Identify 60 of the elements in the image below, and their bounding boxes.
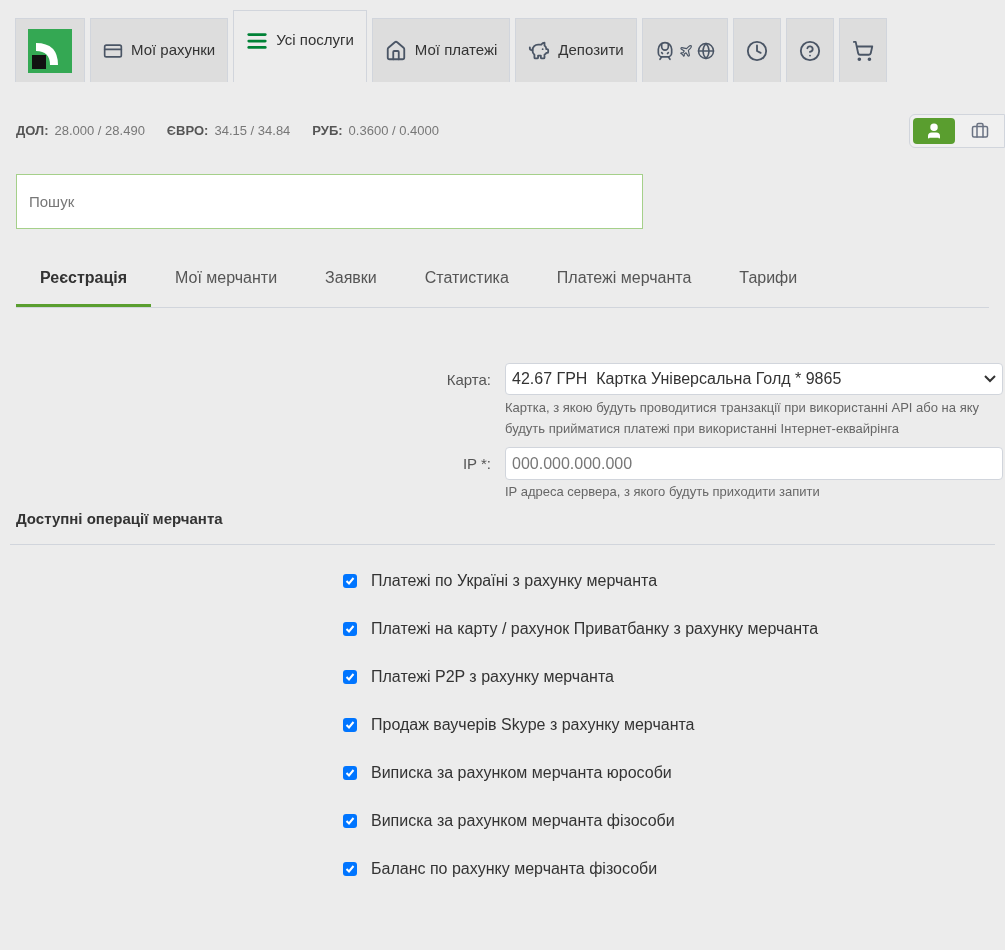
operation-label: Продаж ваучерів Skype з рахунку мерчанта (371, 715, 695, 735)
check-icon (345, 816, 355, 826)
operation-label: Платежі P2P з рахунку мерчанта (371, 667, 614, 687)
checkbox[interactable] (343, 766, 357, 780)
operation-label: Виписка за рахунком мерчанта фізособи (371, 811, 675, 831)
nav-tab[interactable]: Усі послуги (233, 10, 367, 82)
operation-label: Виписка за рахунком мерчанта юрособи (371, 763, 672, 783)
ip-label: IP *: (461, 454, 491, 474)
nav-tab[interactable] (785, 18, 834, 82)
check-icon (345, 576, 355, 586)
check-icon (345, 720, 355, 730)
help-icon (798, 39, 821, 62)
briefcase-icon (971, 122, 989, 140)
operation-label: Баланс по рахунку мерчанта фізособи (371, 859, 658, 879)
nav-tab[interactable] (838, 18, 887, 82)
bank-logo-icon (28, 28, 72, 73)
exchange-rate: 0.3600 / 0.4000 (348, 122, 439, 141)
section-tab[interactable]: Заявки (301, 251, 401, 307)
nav-tab[interactable]: Депозити (515, 18, 637, 82)
piggy-bank-icon (528, 39, 551, 62)
operation-label: Платежі на карту / рахунок Приватбанку з рахунку мерчанта (371, 619, 819, 639)
checkbox[interactable] (343, 622, 357, 636)
section-title: Доступні операції мерчанта (10, 507, 995, 545)
nav-tab[interactable]: Мої платежі (371, 18, 511, 82)
nav-tab[interactable] (641, 18, 728, 82)
section-tab[interactable]: Платежі мерчанта (532, 251, 716, 307)
person-icon (925, 122, 943, 140)
checkbox[interactable] (343, 862, 357, 876)
card-label: Карта: (445, 370, 491, 390)
checkbox[interactable] (343, 574, 357, 588)
currency-code: РУБ: (312, 122, 343, 141)
currency-code: ДОЛ: (16, 122, 49, 141)
ip-hint: IP адреса сервера, з якого будуть приходити запити (505, 483, 821, 501)
section-tab[interactable]: Тарифи (715, 251, 822, 307)
checkbox[interactable] (343, 718, 357, 732)
check-icon (345, 672, 355, 682)
house-icon (384, 39, 407, 62)
operation-label: Платежі по Україні з рахунку мерчанта (371, 571, 658, 591)
check-icon (345, 768, 355, 778)
search-field[interactable]: Пошук (16, 174, 643, 229)
section-tab[interactable]: Реєстрація (16, 251, 152, 307)
check-icon (345, 864, 355, 874)
clock-icon (745, 39, 768, 62)
nav-tab[interactable]: Мої рахунки (90, 18, 229, 82)
section-tab[interactable]: Статистика (400, 251, 533, 307)
ip-field[interactable]: 000.000.000.000 (505, 447, 1003, 480)
exchange-rate: 34.15 / 34.84 (214, 122, 291, 141)
exchange-rate: 28.000 / 28.490 (54, 122, 145, 141)
card-hint: Картка, з якою будуть проводитися транзакції при використанні API або на яку будуть прийматися платежі при використанні Інтернет-еквайрінга (505, 399, 980, 438)
currency-code: ЄВРО: (166, 122, 209, 141)
nav-tab[interactable] (732, 18, 781, 82)
section-tab[interactable]: Мої мерчанти (151, 251, 302, 307)
cart-icon (851, 39, 874, 62)
checkbox[interactable] (343, 670, 357, 684)
card-select[interactable]: 42.67 ГРН Картка Універсальна Голд * 9865 (505, 363, 1003, 395)
checkbox[interactable] (343, 814, 357, 828)
chevron-down-icon (984, 375, 996, 383)
personal-profile-button[interactable] (913, 118, 955, 144)
check-icon (345, 624, 355, 634)
logo-tab[interactable] (15, 18, 85, 82)
